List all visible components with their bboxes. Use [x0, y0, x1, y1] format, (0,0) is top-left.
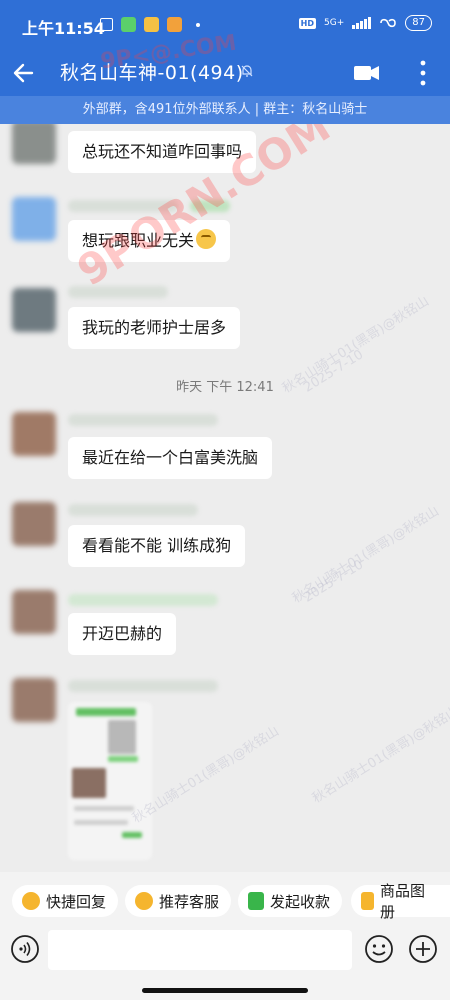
product-album-icon	[361, 892, 375, 910]
message-app-icon	[144, 17, 159, 32]
message-bubble[interactable]: 开迈巴赫的	[68, 613, 177, 655]
gallery-app-icon	[167, 17, 182, 32]
signal-icon	[352, 17, 372, 29]
avatar[interactable]	[12, 502, 56, 546]
status-time: 上午11:54	[22, 19, 105, 38]
message-bubble[interactable]: 总玩还不知道咋回事吗	[68, 131, 257, 173]
chip-label: 商品图册	[380, 882, 426, 921]
chip-label: 发起收款	[270, 892, 331, 911]
quick-reply-button[interactable]: 快捷回复	[12, 885, 119, 917]
message-input[interactable]	[48, 930, 352, 970]
chat-timestamp: 昨天 下午 12:41	[176, 380, 274, 395]
chat-title[interactable]: 秋名山车神-01(494)	[60, 58, 244, 85]
avatar[interactable]	[12, 590, 56, 634]
sender-name	[68, 200, 178, 212]
group-info-bar[interactable]: 外部群，含491位外部联系人 | 群主：秋名山骑士	[0, 96, 450, 124]
avatar[interactable]	[12, 412, 56, 456]
message-text: 开迈巴赫的	[82, 624, 163, 643]
payment-icon	[248, 892, 264, 910]
chip-label: 推荐客服	[159, 892, 220, 911]
plus-icon[interactable]	[408, 934, 438, 964]
recommend-service-icon	[135, 892, 153, 910]
message-text: 想玩跟职业无关	[82, 231, 195, 250]
thinking-face-icon	[196, 229, 217, 249]
avatar[interactable]	[12, 288, 56, 332]
emoji-icon[interactable]	[364, 934, 394, 964]
status-notification-icons	[100, 17, 200, 32]
chip-label: 快捷回复	[46, 892, 107, 911]
mute-notification-icon	[100, 18, 113, 31]
message-text: 我玩的老师护士居多	[82, 318, 227, 337]
quick-action-bar: 快捷回复 推荐客服 发起收款 商品图册	[0, 872, 450, 928]
chat-header: 秋名山车神-01(494)	[0, 50, 450, 96]
input-bar	[0, 928, 450, 1000]
muted-bell-icon	[241, 65, 253, 77]
avatar[interactable]	[12, 124, 56, 164]
message-text: 最近在给一个白富美洗脑	[82, 448, 259, 467]
sender-name	[68, 504, 198, 516]
message-text: 看看能不能 训练成狗	[82, 536, 232, 555]
watermark-group: 秋名山骑士01(黑哥)@秋铭山	[309, 703, 450, 807]
shield-app-icon	[121, 17, 136, 32]
sender-name	[68, 594, 218, 606]
link-icon	[380, 18, 397, 28]
avatar[interactable]	[12, 678, 56, 722]
back-arrow-icon[interactable]	[10, 56, 42, 90]
voice-input-icon[interactable]	[10, 934, 40, 964]
sender-name	[68, 680, 218, 692]
message-bubble[interactable]: 最近在给一个白富美洗脑	[68, 437, 273, 479]
video-call-icon[interactable]	[352, 58, 382, 88]
message-text: 总玩还不知道咋回事吗	[82, 142, 243, 161]
sender-name	[68, 414, 218, 426]
message-list[interactable]: 总玩还不知道咋回事吗 想玩跟职业无关 我玩的老师护士居多 昨天 下午 12:41…	[0, 124, 450, 872]
quick-reply-icon	[22, 892, 40, 910]
battery-indicator: 87	[405, 15, 432, 31]
avatar[interactable]	[12, 197, 56, 241]
image-message[interactable]	[68, 702, 152, 860]
status-bar: 上午11:54 HD 5G+ 87	[0, 0, 450, 50]
watermark-date: 2025-7-10	[301, 557, 367, 606]
message-bubble[interactable]: 看看能不能 训练成狗	[68, 525, 246, 567]
sender-tag	[190, 200, 230, 212]
watermark-group: 秋名山骑士01(黑哥)@秋铭山	[289, 503, 442, 607]
message-bubble[interactable]: 我玩的老师护士居多	[68, 307, 241, 349]
recommend-service-button[interactable]: 推荐客服	[125, 885, 232, 917]
payment-request-button[interactable]: 发起收款	[238, 885, 343, 917]
more-notifications-dot	[196, 22, 200, 27]
sender-name	[68, 286, 168, 298]
message-bubble[interactable]: 想玩跟职业无关	[68, 220, 231, 262]
status-system-icons: HD 5G+ 87	[298, 15, 432, 31]
hd-icon: HD	[298, 17, 317, 29]
product-album-button[interactable]: 商品图册	[351, 882, 450, 921]
more-options-icon[interactable]	[412, 56, 434, 90]
network-type: 5G+	[324, 17, 345, 28]
home-indicator[interactable]	[142, 988, 308, 993]
